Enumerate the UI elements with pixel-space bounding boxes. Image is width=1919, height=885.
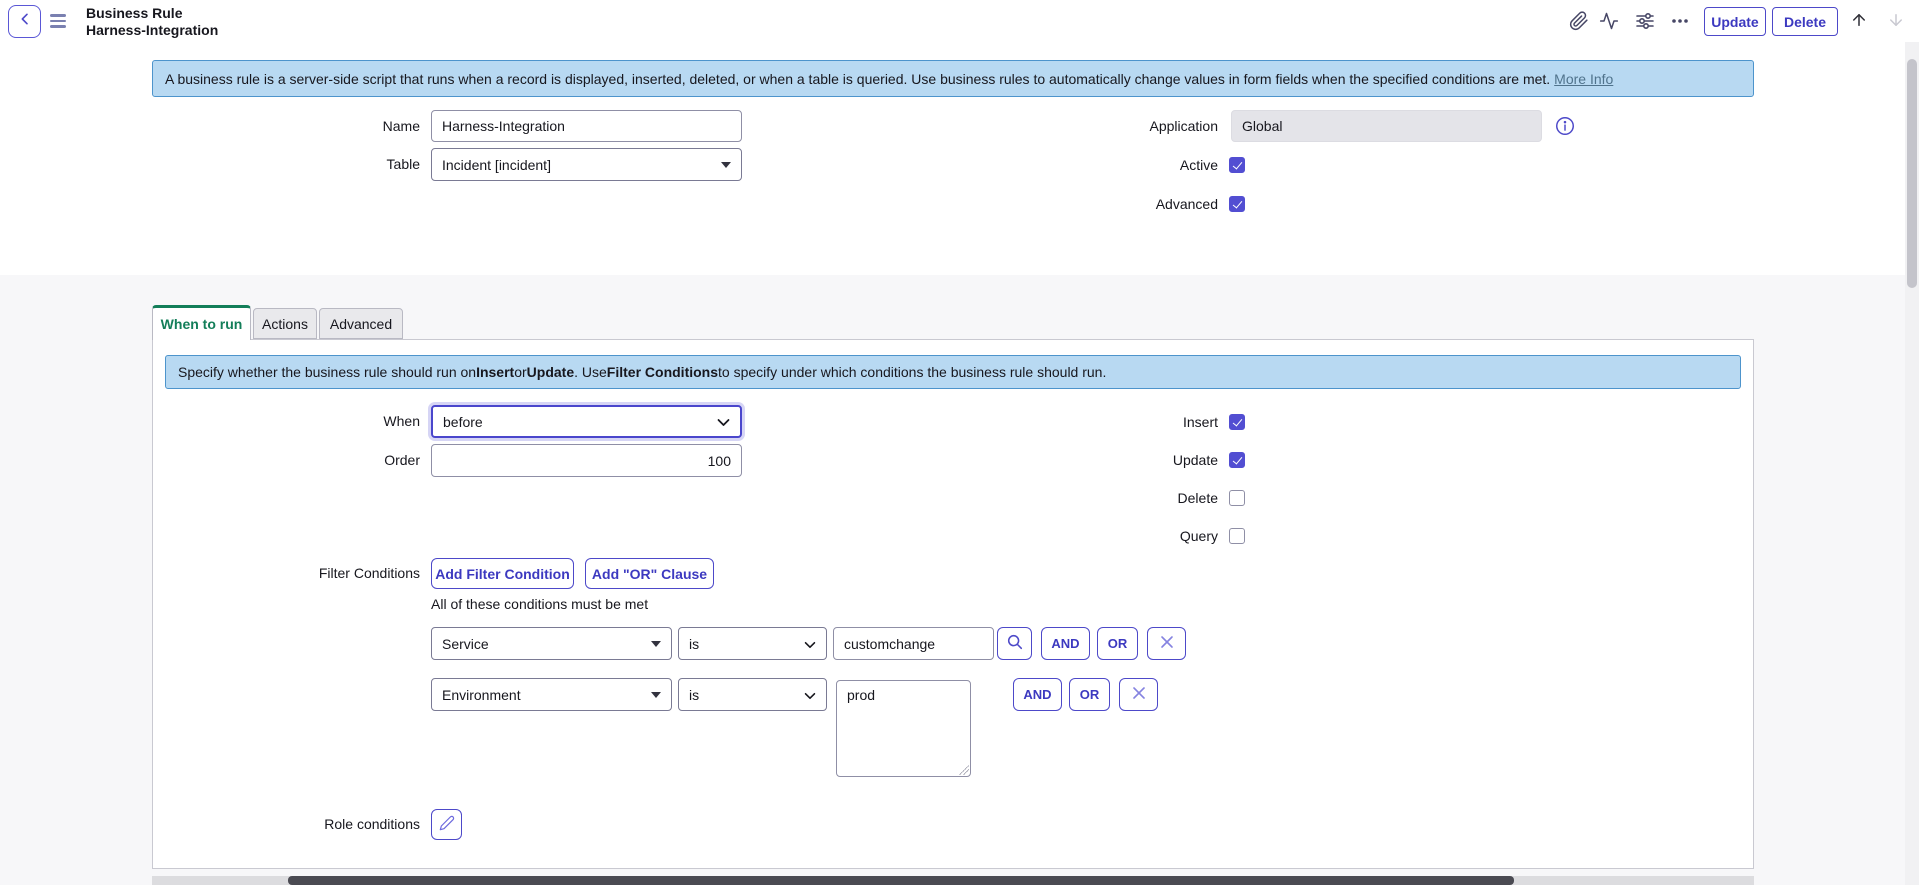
insert-checkbox[interactable] [1229,414,1245,430]
query-checkbox[interactable] [1229,528,1245,544]
condition-1-and-button[interactable]: AND [1041,627,1090,660]
condition-1-field-select[interactable]: Service [431,627,672,660]
info-seg: to specify under which conditions the bu… [718,364,1106,380]
info-seg: Specify whether the business rule should… [178,364,476,380]
role-conditions-label: Role conditions [200,808,420,841]
next-record-arrow-down-icon[interactable] [1885,9,1907,31]
condition-2-field-value: Environment [442,687,521,703]
tab-actions-label: Actions [262,316,308,332]
info-bold-update: Update [527,364,574,380]
add-or-clause-button[interactable]: Add "OR" Clause [585,558,714,589]
table-select-value: Incident [incident] [442,157,551,173]
dropdown-triangle-icon [651,641,661,647]
condition-1-operator-value: is [689,636,699,652]
dropdown-triangle-icon [721,162,731,168]
condition-2-field-select[interactable]: Environment [431,678,672,711]
query-label: Query [998,520,1218,553]
update-label: Update [998,444,1218,477]
application-label: Application [998,110,1218,143]
active-checkbox[interactable] [1229,157,1245,173]
active-label: Active [998,149,1218,182]
when-select[interactable]: before [431,405,742,438]
tab-when-to-run[interactable]: When to run [152,305,251,340]
chevron-left-icon [17,11,33,32]
record-type: Business Rule [86,5,218,22]
info-bold-filter-conditions: Filter Conditions [607,364,718,380]
condition-1-reference-lookup-button[interactable] [997,627,1032,660]
vertical-scrollbar-thumb[interactable] [1907,59,1917,288]
back-button[interactable] [8,5,41,38]
when-label: When [200,405,420,438]
previous-record-arrow-up-icon[interactable] [1848,9,1870,31]
business-rule-info-banner: A business rule is a server-side script … [152,60,1754,97]
condition-2-operator-select[interactable]: is [678,678,827,711]
info-seg: . Use [574,364,607,380]
context-menu-icon[interactable] [50,13,66,29]
condition-1-remove-button[interactable] [1147,627,1186,660]
condition-2-operator-value: is [689,687,699,703]
delete-button[interactable]: Delete [1772,7,1838,36]
update-checkbox[interactable] [1229,452,1245,468]
condition-2-value-textarea[interactable]: prod [836,680,971,777]
tab-when-to-run-label: When to run [161,316,243,332]
personalize-form-sliders-icon[interactable] [1633,9,1657,33]
search-icon [1006,633,1024,654]
when-to-run-info-banner: Specify whether the business rule should… [165,355,1741,389]
close-icon [1132,686,1146,703]
delete-label: Delete [998,482,1218,515]
application-readonly-field: Global [1231,110,1542,142]
dropdown-triangle-icon [651,692,661,698]
condition-1-or-button[interactable]: OR [1097,627,1138,660]
attachment-paperclip-icon[interactable] [1567,9,1591,33]
filter-conditions-label: Filter Conditions [200,557,420,590]
activity-stream-icon[interactable] [1597,9,1621,33]
business-rule-page: Business Rule Harness-Integration Update… [0,0,1919,885]
application-info-icon[interactable] [1553,114,1577,138]
chevron-down-icon [804,636,816,652]
update-button[interactable]: Update [1704,7,1766,36]
name-label: Name [200,110,420,143]
pencil-edit-icon [439,815,455,834]
order-label: Order [200,444,420,477]
record-name: Harness-Integration [86,22,218,39]
delete-checkbox[interactable] [1229,490,1245,506]
condition-match-text: All of these conditions must be met [431,596,648,612]
condition-2-and-button[interactable]: AND [1013,678,1062,711]
add-filter-condition-button[interactable]: Add Filter Condition [431,558,574,589]
order-input[interactable] [431,444,742,477]
more-info-link[interactable]: More Info [1554,71,1613,87]
advanced-label: Advanced [998,188,1218,221]
condition-1-value-input[interactable] [833,627,994,660]
info-banner-text: A business rule is a server-side script … [165,71,1550,87]
close-icon [1160,635,1174,652]
edit-role-conditions-button[interactable] [431,809,462,840]
when-select-value: before [443,414,483,430]
table-select[interactable]: Incident [incident] [431,148,742,181]
tab-advanced-label: Advanced [330,316,392,332]
table-label: Table [200,148,420,181]
application-value: Global [1242,118,1282,134]
condition-1-operator-select[interactable]: is [678,627,827,660]
tab-actions[interactable]: Actions [253,308,317,339]
condition-2-remove-button[interactable] [1119,678,1158,711]
info-bold-insert: Insert [476,364,514,380]
advanced-checkbox[interactable] [1229,196,1245,212]
info-seg: or [514,364,526,380]
chevron-down-icon [717,414,730,430]
more-options-ellipsis-icon[interactable] [1668,9,1692,33]
horizontal-scrollbar-thumb[interactable] [288,876,1514,885]
insert-label: Insert [998,406,1218,439]
condition-2-or-button[interactable]: OR [1069,678,1110,711]
name-input[interactable] [431,110,742,142]
tab-advanced[interactable]: Advanced [319,308,403,339]
chevron-down-icon [804,687,816,703]
page-title: Business Rule Harness-Integration [86,5,218,39]
condition-1-field-value: Service [442,636,489,652]
